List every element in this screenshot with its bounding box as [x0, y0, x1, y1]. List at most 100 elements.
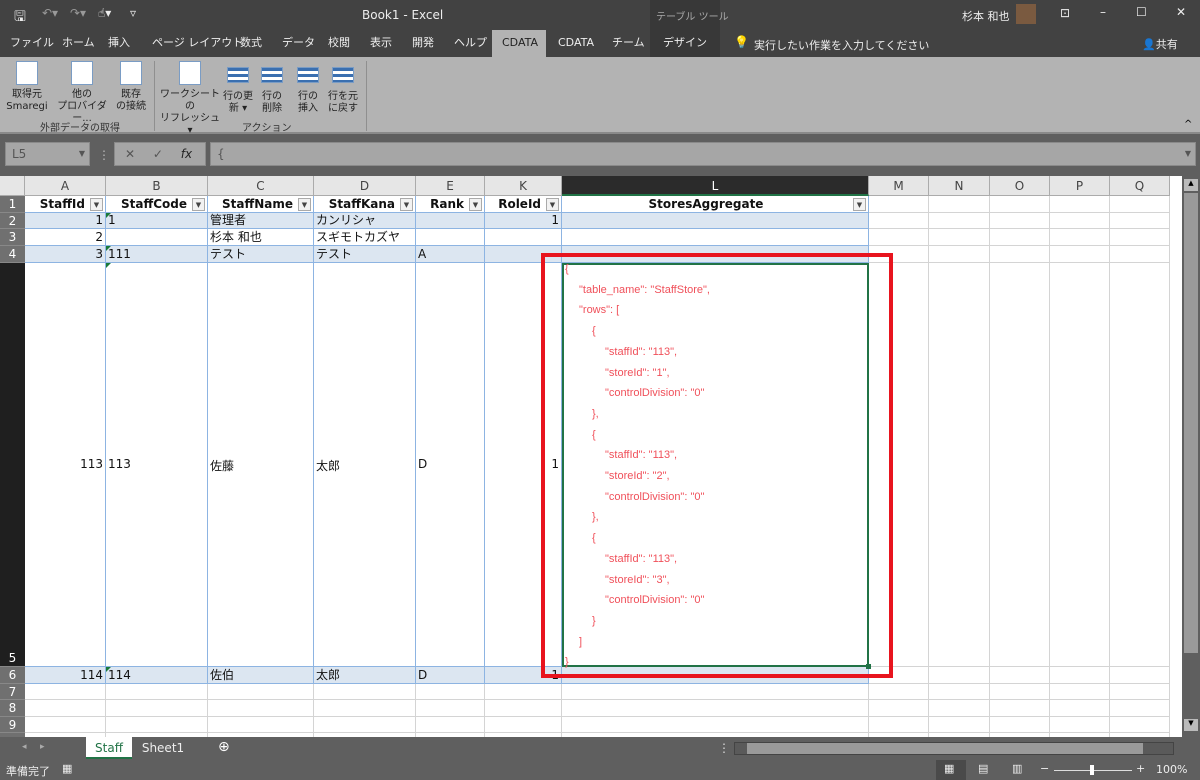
tab-data[interactable]: データ — [274, 30, 323, 57]
cell[interactable] — [990, 684, 1050, 700]
table-header-cell[interactable]: StaffCode ▼ — [106, 196, 208, 213]
table-cell[interactable]: 2 — [25, 229, 106, 246]
cell[interactable] — [314, 717, 416, 733]
column-header-o[interactable]: O — [990, 176, 1050, 196]
vertical-scrollbar[interactable]: ▲ ▼ — [1182, 176, 1200, 737]
table-cell[interactable]: 113 — [106, 263, 208, 667]
cell[interactable] — [562, 717, 869, 733]
filter-dropdown-icon[interactable]: ▼ — [853, 198, 866, 211]
table-cell[interactable]: 1 — [485, 213, 562, 229]
scroll-down-icon[interactable]: ▼ — [1184, 719, 1198, 731]
cell[interactable] — [990, 667, 1050, 684]
cell[interactable] — [314, 684, 416, 700]
cell[interactable] — [562, 700, 869, 717]
vertical-scroll-thumb[interactable] — [1184, 193, 1198, 653]
table-cell[interactable]: 太郎 — [314, 667, 416, 684]
maximize-icon[interactable]: ☐ — [1136, 5, 1147, 19]
table-header-cell[interactable]: StaffId ▼ — [25, 196, 106, 213]
cell[interactable] — [25, 684, 106, 700]
cell[interactable] — [990, 246, 1050, 263]
table-cell[interactable]: 1 — [106, 213, 208, 229]
table-header-cell[interactable]: StaffName ▼ — [208, 196, 314, 213]
column-header-n[interactable]: N — [929, 176, 990, 196]
cell[interactable] — [1050, 717, 1110, 733]
cell[interactable] — [1050, 196, 1110, 213]
cell[interactable] — [416, 700, 485, 717]
cell[interactable] — [485, 717, 562, 733]
macro-record-icon[interactable]: ▦ — [62, 762, 72, 775]
table-cell[interactable]: 3 — [25, 246, 106, 263]
cell[interactable] — [929, 684, 990, 700]
cell[interactable] — [929, 196, 990, 213]
tab-file[interactable]: ファイル — [2, 30, 62, 57]
cell[interactable] — [990, 263, 1050, 667]
cell[interactable] — [1110, 667, 1170, 684]
cell[interactable] — [869, 229, 929, 246]
table-cell[interactable]: D — [416, 263, 485, 667]
avatar[interactable] — [1016, 4, 1036, 24]
column-header-k[interactable]: K — [485, 176, 562, 196]
filter-dropdown-icon[interactable]: ▼ — [469, 198, 482, 211]
cell[interactable] — [1110, 196, 1170, 213]
table-cell[interactable] — [562, 213, 869, 229]
tab-design[interactable]: デザイン — [650, 30, 720, 57]
zoom-level[interactable]: 100% — [1156, 763, 1187, 776]
cell[interactable] — [1050, 684, 1110, 700]
row-header-8[interactable]: 8 — [0, 700, 25, 717]
revert-rows-button[interactable]: 行を元 に戻す — [326, 61, 360, 115]
other-providers-button[interactable]: 他の プロバイダー... — [52, 61, 112, 125]
table-cell[interactable]: A — [416, 246, 485, 263]
close-icon[interactable]: ✕ — [1176, 5, 1186, 19]
cell[interactable] — [929, 717, 990, 733]
cell[interactable] — [1050, 700, 1110, 717]
zoom-in-icon[interactable]: + — [1136, 762, 1145, 775]
tab-home[interactable]: ホーム — [54, 30, 103, 57]
table-cell[interactable]: 管理者 — [208, 213, 314, 229]
table-header-cell[interactable]: Rank ▼ — [416, 196, 485, 213]
cell[interactable] — [869, 717, 929, 733]
table-header-cell[interactable]: RoleId ▼ — [485, 196, 562, 213]
cell[interactable] — [106, 717, 208, 733]
horizontal-scrollbar[interactable] — [734, 742, 1174, 755]
cell[interactable] — [990, 717, 1050, 733]
column-header-c[interactable]: C — [208, 176, 314, 196]
get-from-smaregi-button[interactable]: 取得元 Smaregi — [6, 61, 48, 113]
page-break-view-icon[interactable]: ▥ — [1012, 762, 1022, 775]
save-icon[interactable]: 🖫 — [14, 6, 26, 30]
tab-view[interactable]: 表示 — [362, 30, 400, 57]
column-header-a[interactable]: A — [25, 176, 106, 196]
table-cell[interactable]: 114 — [25, 667, 106, 684]
cell[interactable] — [929, 229, 990, 246]
table-cell[interactable]: 太郎 — [314, 263, 416, 667]
cell[interactable] — [25, 700, 106, 717]
table-cell[interactable]: スギモトカズヤ — [314, 229, 416, 246]
minimize-icon[interactable]: – — [1100, 5, 1106, 19]
cell[interactable] — [208, 717, 314, 733]
cell[interactable] — [1050, 263, 1110, 667]
column-header-l[interactable]: L — [562, 176, 869, 196]
zoom-out-icon[interactable]: − — [1040, 762, 1049, 775]
cell[interactable] — [1050, 229, 1110, 246]
tab-cdata-active[interactable]: CDATA — [492, 30, 546, 57]
delete-rows-button[interactable]: 行の 削除 — [256, 61, 288, 115]
cell[interactable] — [869, 684, 929, 700]
table-cell[interactable] — [416, 213, 485, 229]
cell[interactable] — [1050, 246, 1110, 263]
cell[interactable] — [1110, 246, 1170, 263]
insert-rows-button[interactable]: 行の 挿入 — [292, 61, 324, 115]
tab-formulas[interactable]: 数式 — [232, 30, 270, 57]
table-cell[interactable]: 杉本 和也 — [208, 229, 314, 246]
scroll-up-icon[interactable]: ▲ — [1184, 179, 1198, 191]
split-grip[interactable]: ⋮ — [718, 741, 730, 755]
update-rows-button[interactable]: 行の更新 ▾ — [222, 61, 254, 115]
cell[interactable] — [106, 684, 208, 700]
table-cell[interactable]: テスト — [208, 246, 314, 263]
horizontal-scroll-thumb[interactable] — [747, 743, 1143, 754]
redo-icon[interactable]: ↷▾ — [70, 6, 86, 20]
zoom-slider-thumb[interactable] — [1090, 765, 1094, 775]
sheet-prev-icon[interactable]: ◂ — [22, 742, 27, 752]
row-header-7[interactable]: 7 — [0, 684, 25, 700]
row-header-3[interactable]: 3 — [0, 229, 25, 246]
table-cell[interactable]: 佐伯 — [208, 667, 314, 684]
undo-icon[interactable]: ↶▾ — [42, 6, 58, 20]
